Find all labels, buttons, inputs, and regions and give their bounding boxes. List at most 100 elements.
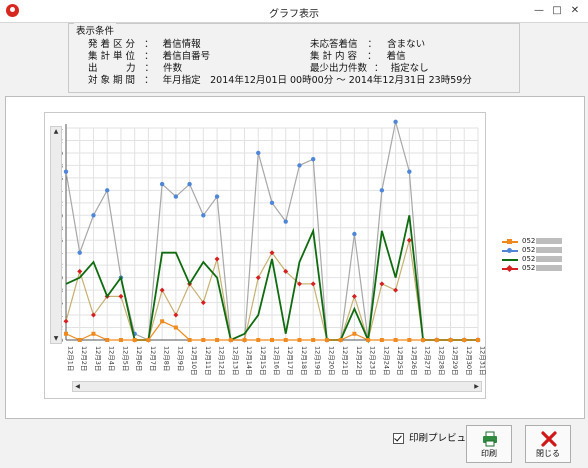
data-point — [379, 338, 384, 342]
x-tick-label: 12月20日 — [327, 346, 335, 376]
redacted-number — [536, 265, 563, 271]
x-tick-label: 12月30日 — [465, 346, 473, 376]
x-tick-label: 12月31日 — [479, 346, 487, 376]
data-point — [462, 338, 467, 342]
data-point — [379, 188, 385, 193]
square-marker-icon — [507, 239, 512, 244]
scroll-right-icon[interactable]: ▶ — [472, 382, 481, 391]
data-point — [105, 338, 110, 342]
close-icon — [541, 431, 557, 447]
legend-label: 052 — [522, 237, 536, 245]
data-point — [407, 338, 412, 342]
data-point — [338, 338, 343, 342]
scroll-up-icon[interactable]: ▲ — [51, 127, 61, 136]
data-point — [214, 194, 220, 199]
data-point — [242, 338, 247, 342]
x-ticks: 12月1日 12月2日 12月3日 12月4日 12月5日 12月6日 12月7日 12月8日… — [67, 346, 487, 376]
data-point — [91, 213, 96, 218]
legend-label: 052 — [522, 264, 536, 272]
checkbox-checked-icon[interactable] — [393, 433, 404, 444]
data-point — [77, 338, 82, 342]
data-point — [310, 281, 316, 287]
data-point — [77, 250, 82, 255]
data-point — [160, 319, 165, 324]
scroll-down-icon[interactable]: ▼ — [51, 334, 61, 343]
x-tick-label: 12月4日 — [108, 346, 116, 371]
data-point — [105, 188, 110, 193]
data-point — [297, 163, 302, 168]
x-tick-label: 12月29日 — [451, 346, 459, 376]
data-point — [228, 338, 233, 342]
x-tick-label: 12月27日 — [424, 346, 432, 376]
data-point — [366, 338, 371, 342]
close-button[interactable]: 閉じる — [525, 425, 571, 463]
data-point — [91, 331, 96, 336]
legend-swatch — [502, 259, 518, 261]
line-chart: 0246810121416182022242628303234 12月1日12月… — [55, 119, 487, 376]
data-point — [283, 219, 288, 224]
x-tick-label: 12月10日 — [190, 346, 198, 376]
data-point — [173, 312, 179, 318]
print-button[interactable]: 印刷 — [466, 425, 512, 463]
data-point — [173, 194, 179, 199]
data-point — [351, 293, 357, 299]
data-point — [187, 338, 192, 342]
x-tick-label: 12月7日 — [149, 346, 157, 371]
x-tick-label: 12月25日 — [396, 346, 404, 376]
data-point — [77, 268, 83, 274]
data-point — [132, 338, 137, 342]
legend-label: 052 — [522, 255, 536, 263]
x-tick-label: 12月14日 — [245, 346, 253, 376]
data-point — [269, 200, 275, 206]
data-point — [393, 119, 398, 124]
x-tick-label: 12月18日 — [300, 346, 308, 376]
x-tick-label: 12月1日 — [67, 346, 75, 371]
x-tick-label: 12月16日 — [273, 346, 281, 376]
data-point — [476, 338, 480, 342]
data-point — [421, 338, 426, 342]
scroll-left-icon[interactable]: ◀ — [73, 382, 82, 391]
redacted-number — [536, 256, 563, 262]
x-tick-label: 12月24日 — [382, 346, 390, 376]
data-point — [146, 338, 151, 342]
redacted-number — [536, 238, 563, 244]
data-point — [118, 293, 124, 299]
data-point — [407, 169, 412, 174]
data-point — [270, 338, 274, 342]
circle-marker-icon — [507, 248, 512, 253]
print-preview-checkbox[interactable]: 印刷プレビュー — [393, 430, 476, 444]
x-tick-label: 12月2日 — [80, 346, 88, 371]
x-tick-label: 12月12日 — [218, 346, 226, 376]
data-point — [173, 325, 178, 330]
data-point — [379, 281, 385, 287]
data-point — [159, 287, 165, 293]
data-point — [201, 338, 206, 342]
x-tick-label: 12月15日 — [259, 346, 267, 376]
x-tick-label: 12月13日 — [231, 346, 239, 376]
print-label: 印刷 — [481, 449, 497, 458]
data-point — [256, 338, 261, 342]
data-point — [255, 275, 261, 281]
data-point — [187, 181, 192, 187]
data-point — [352, 231, 357, 237]
x-tick-label: 12月8日 — [163, 346, 171, 371]
data-point — [324, 338, 329, 342]
data-point — [352, 331, 357, 336]
data-point — [63, 318, 69, 324]
printer-icon — [483, 431, 497, 447]
horizontal-scrollbar[interactable]: ◀ ▶ — [72, 381, 482, 392]
data-point — [283, 338, 288, 342]
x-tick-label: 12月6日 — [135, 346, 143, 371]
x-tick-label: 12月5日 — [121, 346, 129, 371]
close-label: 閉じる — [536, 449, 560, 458]
x-tick-label: 12月19日 — [314, 346, 322, 376]
data-point — [118, 338, 123, 342]
vertical-scrollbar[interactable]: ▲ ▼ — [50, 126, 62, 344]
x-tick-label: 12月11日 — [204, 346, 212, 376]
data-point — [393, 287, 399, 293]
redacted-number — [536, 247, 563, 253]
data-point — [215, 338, 220, 342]
data-point — [448, 338, 453, 342]
data-point — [63, 169, 69, 174]
legend-label: 052 — [522, 246, 536, 254]
